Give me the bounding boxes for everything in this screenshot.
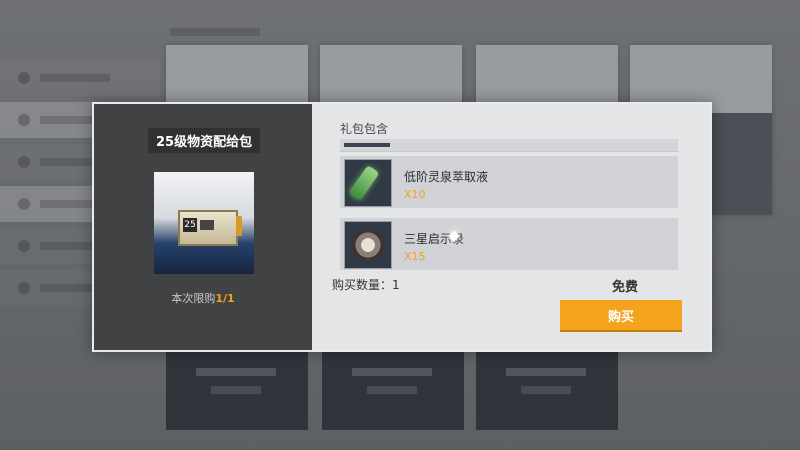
vial-icon xyxy=(344,159,392,207)
purchase-limit: 本次限购1/1 xyxy=(94,290,312,306)
buy-quantity: 购买数量：1 xyxy=(332,278,400,292)
purchase-limit-label: 本次限购 xyxy=(171,292,216,305)
purchase-limit-count: 1/1 xyxy=(215,292,235,305)
supply-crate-image: 25 xyxy=(154,172,254,274)
pack-level-badge: 25 xyxy=(183,218,197,232)
list-item-partial[interactable] xyxy=(340,139,678,152)
contents-title: 礼包包含 xyxy=(340,122,389,136)
pack-title: 25级物资配给包 xyxy=(148,128,261,153)
crate-icon: 25 xyxy=(178,210,242,246)
pack-preview-panel: 25级物资配给包 25 本次限购1/1 xyxy=(94,104,312,350)
item-quantity: X10 xyxy=(404,188,426,201)
item-name: 低阶灵泉萃取液 xyxy=(404,170,489,184)
gift-pack-purchase-dialog: 25级物资配给包 25 本次限购1/1 礼包包含 低阶灵泉萃取液 X10 三星启… xyxy=(92,102,712,352)
item-quantity: X15 xyxy=(404,250,426,263)
list-item[interactable]: 低阶灵泉萃取液 X10 xyxy=(340,156,678,208)
list-item[interactable]: 三星启示录 X15 xyxy=(340,218,678,270)
price-label: 免费 xyxy=(612,280,639,295)
pack-contents-panel: 礼包包含 低阶灵泉萃取液 X10 三星启示录 X15 购买数量：1 免费 购买 xyxy=(312,104,710,350)
buy-button[interactable]: 购买 xyxy=(560,300,682,330)
book-icon xyxy=(344,221,392,269)
